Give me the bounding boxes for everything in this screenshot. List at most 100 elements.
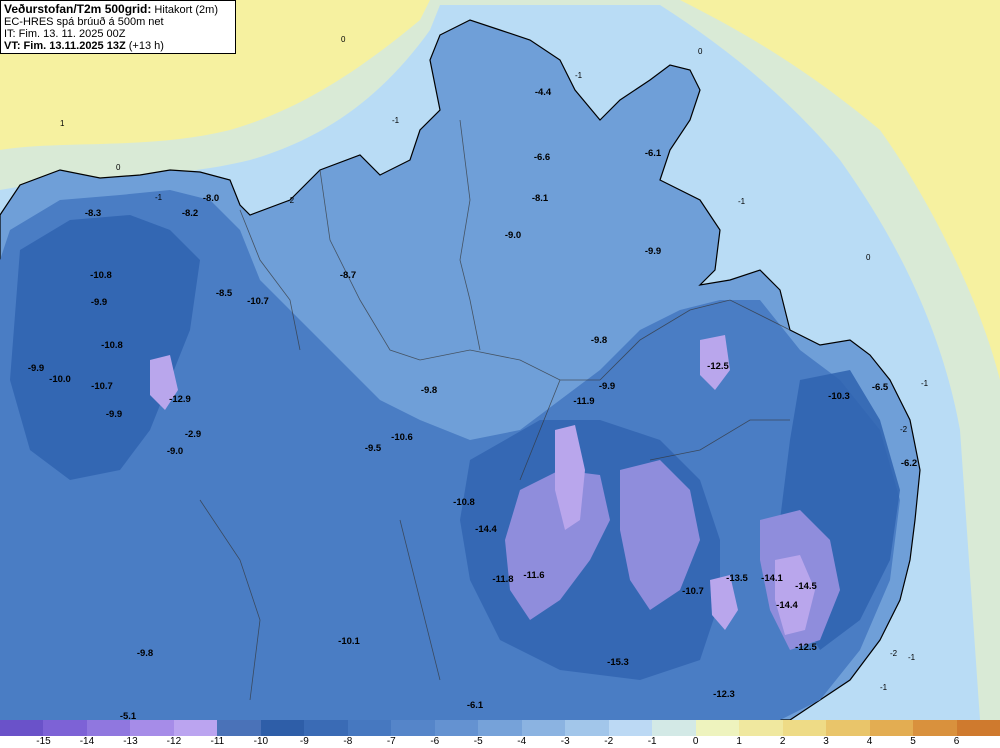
- value-label: -9.8: [591, 335, 607, 346]
- value-label: -12.5: [795, 642, 817, 653]
- value-label: -4.4: [535, 87, 552, 98]
- legend-color-cell: [521, 720, 566, 736]
- value-label: -9.8: [137, 648, 153, 659]
- legend-tick-label: -8: [343, 736, 353, 747]
- legend-tick-label: -3: [560, 736, 570, 747]
- value-label: -13.5: [726, 573, 748, 584]
- sea-label: -1: [155, 193, 163, 202]
- value-label: -8.1: [532, 193, 549, 204]
- legend-color-cell: [913, 720, 957, 736]
- legend-color-cell: [956, 720, 1000, 736]
- legend-tick-label: 4: [866, 736, 873, 747]
- value-label: -6.6: [534, 152, 550, 163]
- valid-time-line: VT: Fim. 13.11.2025 13Z (+13 h): [4, 40, 232, 52]
- legend-color-cell: [695, 720, 740, 736]
- value-label: -11.6: [523, 570, 544, 581]
- value-label: -8.3: [85, 208, 101, 219]
- value-label: -12.3: [713, 689, 735, 700]
- legend-color-cell: [130, 720, 174, 736]
- map-title-bold: Veðurstofan/T2m 500grid:: [4, 2, 152, 16]
- legend-tick-label: -2: [604, 736, 614, 747]
- sea-label: -2: [287, 196, 295, 205]
- legend-color-cell: [391, 720, 435, 736]
- sea-label: 0: [698, 47, 703, 56]
- legend-tick-label: -7: [386, 736, 396, 747]
- sea-label: -2: [890, 649, 898, 658]
- legend-tick-label: 3: [823, 736, 829, 747]
- legend-tick-label: -4: [517, 736, 527, 747]
- legend-color-cell: [739, 720, 783, 736]
- value-label: -6.1: [645, 148, 662, 159]
- map-title-box: Veðurstofan/T2m 500grid: Hitakort (2m) E…: [0, 0, 236, 54]
- value-label: -10.8: [90, 270, 112, 281]
- value-label: -10.0: [49, 374, 71, 385]
- sea-label: -1: [908, 653, 916, 662]
- value-label: -8.0: [203, 193, 219, 204]
- legend-tick-label: 2: [779, 736, 786, 747]
- legend-color-cell: [869, 720, 914, 736]
- value-label: -15.3: [607, 657, 629, 668]
- value-label: -9.0: [167, 446, 183, 457]
- value-label: -9.5: [365, 443, 382, 454]
- sea-label: -1: [738, 197, 746, 206]
- legend-tick-label: -5: [473, 736, 483, 747]
- value-label: -9.9: [91, 297, 107, 308]
- value-label: -6.2: [901, 458, 917, 469]
- value-label: -8.2: [182, 208, 198, 219]
- value-label: -10.6: [391, 432, 413, 443]
- legend-color-cell: [43, 720, 87, 736]
- value-label: -5.1: [120, 711, 137, 720]
- value-label: -14.4: [776, 600, 798, 611]
- value-label: -14.4: [475, 524, 497, 535]
- sea-label: -2: [900, 425, 908, 434]
- value-label: -9.8: [421, 385, 437, 396]
- value-label: -12.5: [707, 361, 729, 372]
- legend-tick-label: -6: [430, 736, 440, 747]
- value-label: -14.5: [795, 581, 817, 592]
- legend-tick-row: -15 -14 -13 -12 -11 -10 -9 -8 -7 -6 -5 -4 -3 -2 -1 0 1 2 3…: [0, 736, 1000, 748]
- value-label: -10.8: [101, 340, 123, 351]
- sea-label: 1: [60, 119, 65, 128]
- value-label: -11.9: [573, 396, 594, 407]
- legend-tick-label: 0: [692, 736, 699, 747]
- sea-label: -1: [392, 116, 400, 125]
- legend-color-strip: [0, 720, 1000, 736]
- legend-tick-label: -13: [123, 736, 138, 747]
- value-label: -12.9: [169, 394, 191, 405]
- temperature-map: 0 1 -1 0 -1 0 -1 -2 -1 -2 -1 -1 -2 0 -1 …: [0, 0, 1000, 720]
- legend-color-cell: [260, 720, 305, 736]
- value-label: -9.9: [28, 363, 44, 374]
- legend-tick-label: -1: [647, 736, 657, 747]
- legend-color-cell: [826, 720, 870, 736]
- legend-tick-label: -14: [79, 736, 95, 747]
- sea-label: -1: [921, 379, 929, 388]
- legend-color-cell: [86, 720, 131, 736]
- value-label: -6.1: [467, 700, 484, 711]
- valid-time-rest: (+13 h): [125, 40, 164, 52]
- model-line: EC-HRES spá brúuð á 500m net: [4, 16, 164, 28]
- value-label: -6.5: [872, 382, 889, 393]
- legend-tick-label: 5: [910, 736, 916, 747]
- legend-tick-label: -9: [299, 736, 309, 747]
- sea-label: -1: [575, 71, 583, 80]
- sea-label: 0: [866, 253, 871, 262]
- value-label: -9.9: [599, 381, 615, 392]
- sea-label: 0: [341, 35, 346, 44]
- map-title: Veðurstofan/T2m 500grid: Hitakort (2m): [4, 3, 232, 16]
- value-label: -11.8: [492, 574, 513, 585]
- value-label: -9.9: [645, 246, 661, 257]
- legend-color-cell: [565, 720, 609, 736]
- value-label: -14.1: [761, 573, 783, 584]
- valid-time-bold: VT: Fim. 13.11.2025 13Z: [4, 40, 126, 52]
- value-label: -8.7: [340, 270, 356, 281]
- legend-color-cell: [434, 720, 479, 736]
- init-time-line: IT: Fim. 13. 11. 2025 00Z: [4, 28, 126, 40]
- legend-tick-label: 1: [736, 736, 742, 747]
- legend-tick-label: -12: [166, 736, 182, 747]
- sea-label: 0: [116, 163, 121, 172]
- legend-color-cell: [478, 720, 522, 736]
- legend-color-cell: [608, 720, 653, 736]
- legend-color-cell: [0, 720, 44, 736]
- color-legend: -15 -14 -13 -12 -11 -10 -9 -8 -7 -6 -5 -4 -3 -2 -1 0 1 2 3…: [0, 720, 1000, 748]
- value-label: -9.0: [505, 230, 521, 241]
